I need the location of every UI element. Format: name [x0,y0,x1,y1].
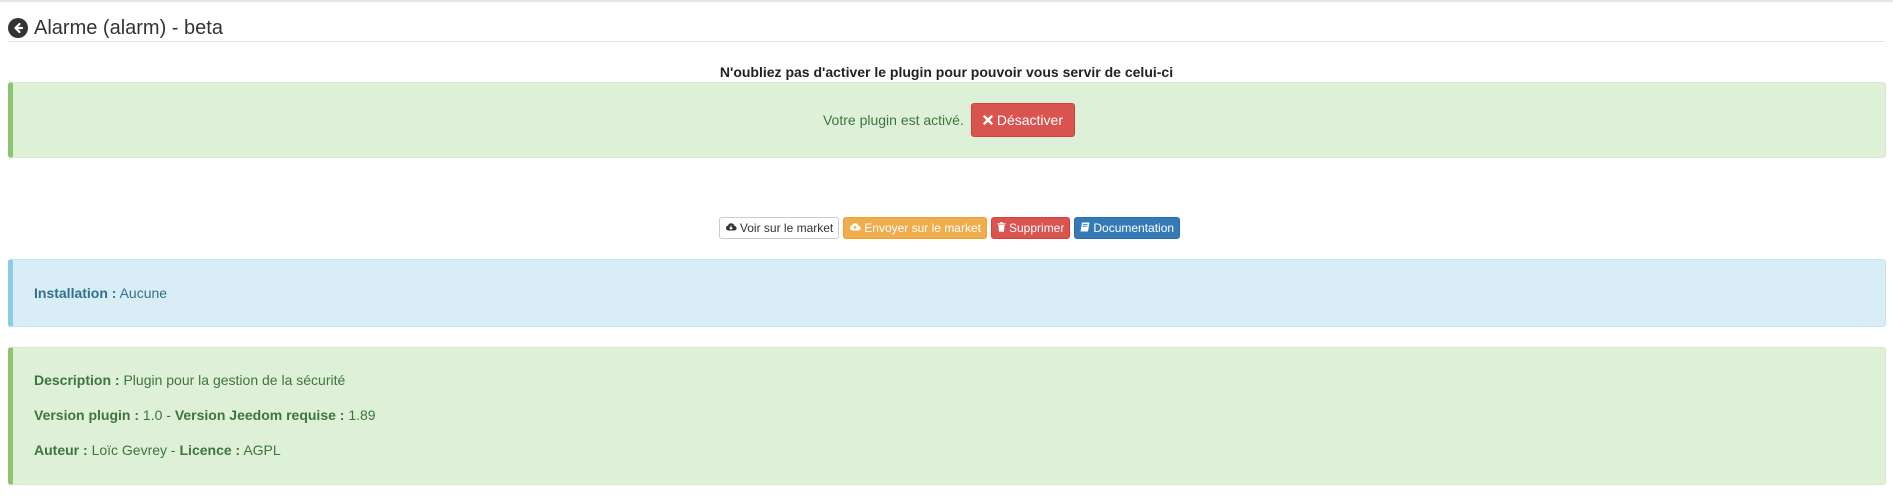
book-icon [1080,221,1090,235]
plugin-details-panel: Description : Plugin pour la gestion de … [8,347,1886,485]
send-market-button[interactable]: Envoyer sur le market [843,217,987,239]
deactivate-button[interactable]: Désactiver [970,103,1075,137]
cloud-upload-icon [849,221,861,235]
cloud-download-icon [725,221,737,235]
arrow-circle-left-icon[interactable] [8,18,28,38]
send-market-label: Envoyer sur le market [864,221,981,235]
author-line: Auteur : Loïc Gevrey - Licence : AGPL [34,442,281,458]
view-market-label: Voir sur le market [739,221,834,235]
version-label: Version plugin : [34,407,140,423]
installation-value: Aucune [119,285,168,301]
top-border [0,0,1893,2]
description-value: Plugin pour la gestion de la sécurité [123,372,346,388]
installation-label: Installation : [34,285,117,301]
plugin-status-text: Votre plugin est activé. [822,112,964,128]
activation-notice: N'oubliez pas d'activer le plugin pour p… [719,64,1174,80]
documentation-button[interactable]: Documentation [1074,217,1181,239]
jeedom-version-value: 1.89 [348,407,376,423]
times-icon [983,112,993,128]
version-line: Version plugin : 1.0 - Version Jeedom re… [34,407,376,423]
author-label: Auteur : [34,442,88,458]
delete-label: Supprimer [1009,221,1065,235]
trash-icon [997,221,1006,235]
licence-label: Licence : [179,442,241,458]
licence-value: AGPL [243,442,281,458]
page-title: Alarme (alarm) - beta [34,16,223,39]
delete-button[interactable]: Supprimer [991,217,1071,239]
author-value: Loïc Gevrey [91,442,168,458]
plugin-status-panel: Votre plugin est activé. Désactiver [8,82,1886,158]
author-separator: - [167,442,180,458]
deactivate-label: Désactiver [996,112,1063,128]
jeedom-version-label: Version Jeedom requise : [174,407,345,423]
description-label: Description : [34,372,120,388]
description-line: Description : Plugin pour la gestion de … [34,372,345,388]
header-divider [8,41,1885,42]
view-market-button[interactable]: Voir sur le market [718,217,840,239]
documentation-label: Documentation [1093,221,1175,235]
version-separator: - [162,407,175,423]
installation-panel: Installation : Aucune [8,259,1886,327]
version-value: 1.0 [142,407,163,423]
plugin-actions: Voir sur le market Envoyer sur le market… [0,217,1893,239]
page-header: Alarme (alarm) - beta [8,14,223,42]
